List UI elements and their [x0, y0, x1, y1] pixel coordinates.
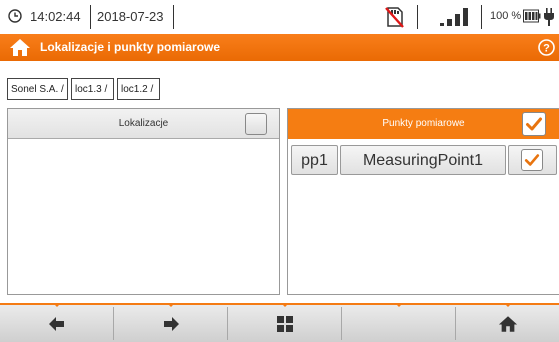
- grid-icon: [276, 315, 293, 332]
- bottom-toolbar: [0, 303, 559, 342]
- point-name-cell[interactable]: MeasuringPoint1: [340, 145, 506, 175]
- select-all-locations-checkbox[interactable]: [245, 113, 267, 135]
- measuring-points-panel-title: Punkty pomiarowe: [382, 118, 465, 129]
- power-plug-icon: [544, 8, 554, 26]
- breadcrumb-item[interactable]: Sonel S.A. /: [7, 78, 68, 100]
- point-name: MeasuringPoint1: [362, 152, 484, 169]
- status-time: 14:02:44: [30, 9, 81, 24]
- measuring-points-panel-header: Punkty pomiarowe: [288, 109, 559, 139]
- help-icon[interactable]: ?: [538, 39, 555, 56]
- no-memory-card-icon: [385, 7, 404, 28]
- grid-view-button[interactable]: [228, 303, 341, 342]
- point-checkbox[interactable]: [521, 149, 543, 171]
- status-divider: [417, 5, 418, 29]
- title-bar: Lokalizacje i punkty pomiarowe ?: [0, 34, 559, 61]
- locations-panel-header: Lokalizacje: [8, 109, 279, 139]
- arrow-left-icon: [48, 316, 64, 331]
- home-icon: [498, 315, 517, 332]
- battery-percentage: 100 %: [490, 10, 522, 22]
- page-title: Lokalizacje i punkty pomiarowe: [40, 40, 221, 54]
- checkmark-icon: [526, 117, 542, 131]
- status-bar: 14:02:44 2018-07-23 100 %: [0, 0, 559, 34]
- locations-panel-title: Lokalizacje: [118, 118, 169, 129]
- battery-icon: [523, 9, 541, 23]
- point-checkbox-cell[interactable]: [508, 145, 557, 175]
- next-button[interactable]: [114, 303, 227, 342]
- svg-text:?: ?: [543, 43, 550, 55]
- status-divider: [90, 5, 91, 29]
- previous-button[interactable]: [0, 303, 113, 342]
- empty-toolbar-button[interactable]: [342, 303, 455, 342]
- breadcrumb-item[interactable]: loc1.2 /: [117, 78, 160, 100]
- home-button[interactable]: [456, 303, 559, 342]
- breadcrumb-item[interactable]: loc1.3 /: [71, 78, 114, 100]
- point-id-cell[interactable]: pp1: [291, 145, 338, 175]
- locations-list: [8, 139, 279, 294]
- arrow-right-icon: [163, 316, 179, 331]
- measuring-points-panel: Punkty pomiarowe pp1 MeasuringPoint1: [287, 108, 559, 295]
- signal-strength-icon: [440, 8, 468, 26]
- clock-icon: [8, 9, 22, 23]
- point-id: pp1: [301, 152, 328, 169]
- select-all-points-checkbox[interactable]: [522, 112, 546, 136]
- status-date: 2018-07-23: [97, 9, 164, 24]
- checkmark-icon: [524, 154, 540, 166]
- status-divider: [481, 5, 482, 29]
- status-divider: [173, 5, 174, 29]
- locations-panel: Lokalizacje: [7, 108, 280, 295]
- home-icon[interactable]: [9, 38, 31, 57]
